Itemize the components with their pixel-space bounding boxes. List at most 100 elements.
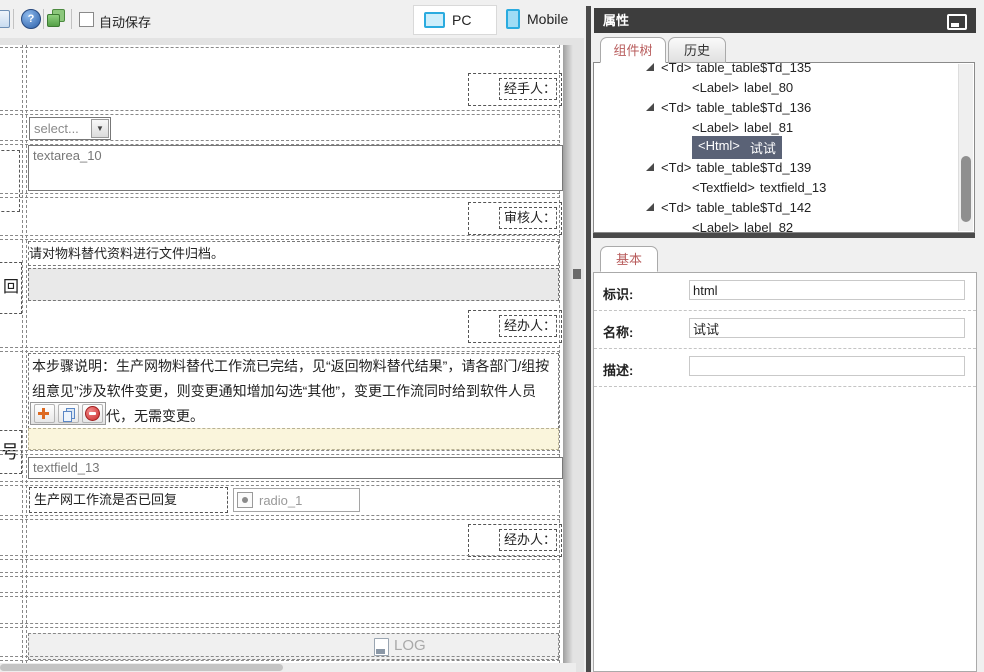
properties-panel: 属性 组件树 历史 <Td> table_table$Td_135 <Label… [584,0,984,672]
row-separator [0,481,560,486]
panel-splitter[interactable] [586,6,591,672]
delete-icon[interactable] [82,404,103,423]
handler-label-cell[interactable]: 经手人： [468,73,562,106]
tab-basic[interactable]: 基本 [600,246,658,272]
mobile-view-button[interactable]: Mobile [496,5,586,33]
reviewer-label[interactable]: 审核人： [499,207,557,229]
tree-item-name: table_table$Td_136 [696,99,812,115]
row-separator [0,347,560,352]
tree-item-label[interactable]: <Label> label_82 [594,217,974,233]
tab-history[interactable]: 历史 [668,37,726,63]
workflow-replied-label[interactable]: 生产网工作流是否已回复 [29,487,228,513]
textarea-field[interactable]: textarea_10 [28,145,563,191]
selected-element-highlight[interactable] [28,428,559,450]
tree-item-tag: <Label> [692,119,739,135]
property-row-name: 名称: [594,311,976,349]
name-field-label: 名称: [603,325,634,340]
radio-group[interactable]: radio_1 [233,488,360,512]
component-tree: <Td> table_table$Td_135 <Label> label_80… [593,62,975,233]
tree-item-name: table_table$Td_142 [696,199,812,215]
log-label: LOG [394,637,426,654]
autosave-label: 自动保存 [99,15,152,30]
tree-item-tag: <Textfield> [692,179,755,195]
operator-label-cell[interactable]: 经办人： [468,310,562,343]
canvas-vertical-scrollbar-thumb[interactable] [573,269,581,279]
radio-icon[interactable] [237,492,253,508]
id-field-input[interactable] [689,280,965,300]
tree-item-td[interactable]: <Td> table_table$Td_139 [594,157,974,177]
form-list-icon[interactable] [0,10,10,28]
tree-expand-icon[interactable] [646,63,654,71]
operator-label[interactable]: 经办人： [499,529,557,551]
pc-monitor-icon [424,12,445,28]
description-field-input[interactable] [689,356,965,376]
html-step-description[interactable]: 本步骤说明：生产网物料替代工作流已完结，见“返回物料替代结果”，请各部门/组按 … [28,353,559,429]
handler-label[interactable]: 经手人： [499,78,557,100]
select-dropdown[interactable]: select... ▼ [29,117,111,140]
tree-item-name: label_81 [744,119,794,135]
tree-item-tag: <Td> [661,99,692,115]
row-separator [0,515,560,520]
tree-item-tag: <Label> [692,79,739,95]
empty-gray-cell[interactable] [28,268,559,301]
mobile-label: Mobile [527,11,569,27]
tree-expand-icon[interactable] [646,163,654,171]
property-row-id: 标识: [594,273,976,311]
scrollbar-thumb[interactable] [961,156,971,222]
name-field-input[interactable] [689,318,965,338]
tree-expand-icon[interactable] [646,103,654,111]
id-field-label: 标识: [603,287,634,302]
toolbar-separator [71,9,72,29]
collapse-panel-icon[interactable] [947,14,967,30]
row-separator [0,47,560,48]
tree-scrollbar[interactable] [958,64,973,231]
tree-item-textfield[interactable]: <Textfield> textfield_13 [594,177,974,197]
archive-instruction-cell[interactable]: 请对物料替代资料进行文件归档。 [28,241,559,266]
row-separator [0,193,560,198]
tree-item-name: table_table$Td_139 [696,159,812,175]
description-field-label: 描述: [603,363,634,378]
tree-item-td[interactable]: <Td> table_table$Td_135 [594,62,974,77]
chevron-down-icon[interactable]: ▼ [91,119,109,138]
tree-item-label[interactable]: <Label> label_81 [594,117,974,137]
autosave-checkbox[interactable] [79,12,94,27]
tree-item-name: 试试 [749,140,776,156]
tree-item-td[interactable]: <Td> table_table$Td_142 [594,197,974,217]
clipped-label-cell[interactable]: 回 [0,262,22,314]
row-separator [0,592,560,597]
html-line: 本步骤说明：生产网物料替代工作流已完结，见“返回物料替代结果”，请各部门/组按 [32,358,550,374]
tree-item-name: table_table$Td_135 [696,62,812,75]
tree-expand-icon[interactable] [646,203,654,211]
help-icon[interactable]: ? [21,9,41,29]
pc-label: PC [452,12,472,28]
scrollbar-thumb[interactable] [0,664,283,671]
operator-label[interactable]: 经办人： [499,315,557,337]
textfield-13[interactable]: textfield_13 [28,457,563,479]
operator-label-cell[interactable]: 经办人： [468,524,562,557]
components-icon[interactable] [47,9,65,27]
tree-item-tag: <Td> [661,159,692,175]
row-separator [0,572,560,577]
tree-item-tag: <Html> [698,137,740,153]
table-left-border [22,45,27,663]
tree-item-name: label_80 [744,79,794,95]
radio-label: radio_1 [259,492,303,508]
form-design-page[interactable]: 回 号 经手人： select... ▼ textarea_10 审核人： 请对… [0,45,563,663]
tree-item-label[interactable]: <Label> label_80 [594,77,974,97]
tree-item-html-selected[interactable]: <Html> 试试 [594,135,974,159]
tree-item-name: label_82 [744,219,794,233]
pc-view-button[interactable]: PC [413,5,497,35]
tree-item-td[interactable]: <Td> table_table$Td_136 [594,97,974,117]
html-line: 组意见”涉及软件变更，则变更通知增加勾选“其他”，变更工作流同时给到软件人员 [32,383,536,399]
tree-item-tag: <Label> [692,219,739,233]
clipped-cell[interactable] [0,150,20,212]
property-row-description: 描述: [594,349,976,387]
tab-component-tree[interactable]: 组件树 [600,37,666,63]
canvas-horizontal-scrollbar[interactable] [0,663,576,672]
move-icon[interactable] [34,404,55,423]
row-separator [0,555,560,560]
reviewer-label-cell[interactable]: 审核人： [468,202,562,235]
row-separator [0,656,560,661]
copy-icon[interactable] [58,404,79,423]
mobile-phone-icon [506,9,520,29]
